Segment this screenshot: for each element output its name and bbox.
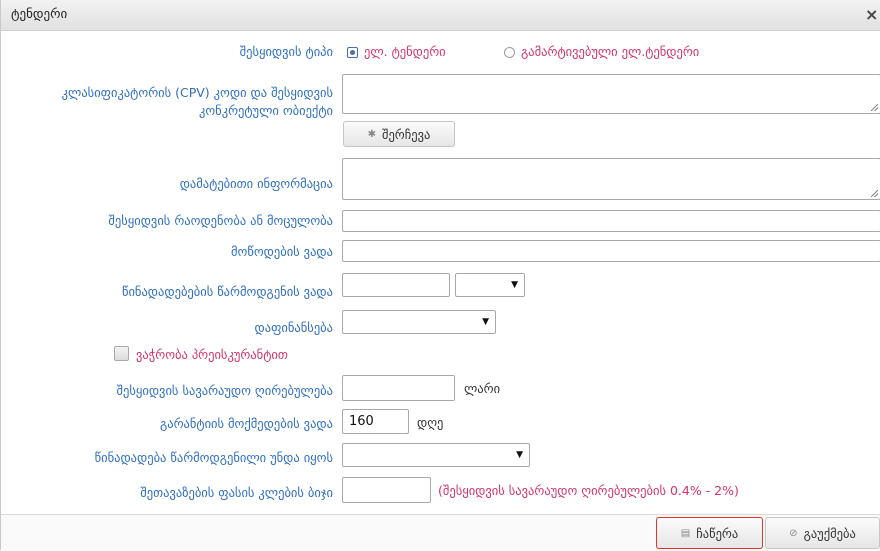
financing-label: დაფინანსება [254,320,333,335]
financing-select[interactable]: ▼ [342,310,496,334]
cpv-code-label: კლასიფიკატორის (CPV) კოდი და შესყიდვის კ… [61,85,333,118]
delivery-term-label: მოწოდების ვადა [231,244,333,259]
cpv-code-textarea[interactable] [342,74,880,114]
select-cpv-button-label: შერჩევა [381,126,431,142]
submission-term-time-select[interactable]: ▼ [455,273,525,297]
guarantee-term-label: გარანტიის მოქმედების ვადა [159,416,333,431]
dialog-title: ტენდერი [11,7,68,22]
quantity-label: შესყიდვის რაოდენობა ან მოცულობა [108,213,333,228]
currency-unit: ლარი [464,381,501,396]
save-button-label: ჩაწერა [696,525,739,541]
price-step-input[interactable] [342,477,431,503]
cancel-button-label: გაუქმება [803,525,856,541]
radio-simplified-e-tender[interactable] [504,47,515,58]
radio-e-tender[interactable] [347,47,358,58]
submission-term-label: წინადადებების წარმოდგენის ვადა [121,284,333,299]
save-button[interactable]: ▤ ჩაწერა [656,517,763,549]
chevron-down-icon: ▼ [511,280,518,290]
estimated-value-input[interactable] [342,375,455,401]
gear-icon: ✱ [367,128,376,140]
procurement-type-label: შესყიდვის ტიპი [239,44,333,59]
cancel-button[interactable]: ⊘ გაუქმება [765,517,880,549]
additional-info-label: დამატებითი ინფორმაცია [179,176,333,191]
price-list-checkbox[interactable] [114,346,129,361]
quantity-input[interactable] [342,210,880,232]
select-cpv-button[interactable]: ✱ შერჩევა [343,121,455,147]
cancel-icon: ⊘ [789,527,798,539]
additional-info-textarea[interactable] [342,158,880,200]
tender-dialog: ტენდერი × შესყიდვის ტიპი ელ. ტენდერი გამ… [0,0,880,551]
close-icon[interactable]: × [865,5,878,24]
radio-e-tender-label[interactable]: ელ. ტენდერი [364,44,446,59]
proposal-submitted-select[interactable]: ▼ [342,443,530,467]
price-list-label[interactable]: ვაჭრობა პრეისკურანტით [136,347,288,362]
guarantee-term-input[interactable]: 160 [342,409,409,434]
dialog-titlebar[interactable]: ტენდერი × [1,0,880,31]
price-step-label: შეთავაზების ფასის კლების ბიჯი [140,485,333,500]
save-icon: ▤ [680,527,691,539]
chevron-down-icon: ▼ [482,317,489,327]
radio-simplified-e-tender-label[interactable]: გამარტივებული ელ.ტენდერი [521,44,699,59]
chevron-down-icon: ▼ [516,450,523,460]
submission-term-date-input[interactable] [342,273,450,297]
estimated-value-label: შესყიდვის სავარაუდო ღირებულება [116,383,333,398]
price-step-note: (შესყიდვის სავარაუდო ღირებულების 0.4% - … [438,483,739,498]
days-unit: დღე [417,415,444,430]
proposal-submitted-label: წინადადება წარმოდგენილი უნდა იყოს [94,450,333,465]
delivery-term-input[interactable] [342,240,880,262]
